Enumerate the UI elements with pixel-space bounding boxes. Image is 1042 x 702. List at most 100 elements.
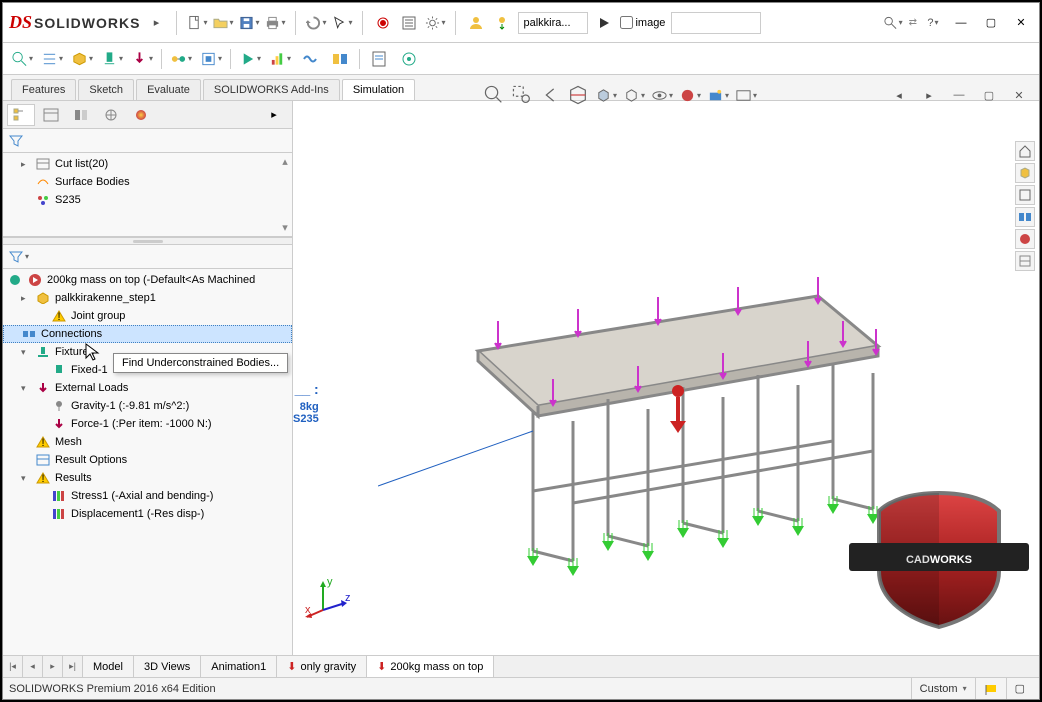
compare-icon[interactable] <box>329 48 351 70</box>
sim-tree-filter[interactable]: ▾ <box>3 245 292 269</box>
download-user-icon[interactable] <box>492 13 512 33</box>
bottom-tab-200kg[interactable]: ⬇200kg mass on top <box>367 656 494 677</box>
material-icon[interactable]: ▾ <box>71 48 93 70</box>
tree-force[interactable]: Force-1 (:Per item: -1000 N:) <box>3 415 292 433</box>
panel-expand-icon[interactable]: ▸ <box>260 104 288 126</box>
apply-scene-icon[interactable]: ▾ <box>707 84 729 106</box>
bottom-tab-3dviews[interactable]: 3D Views <box>134 656 201 677</box>
close-button[interactable]: ✕ <box>1009 13 1033 33</box>
zoom-fit-icon[interactable] <box>483 84 505 106</box>
status-view-mode[interactable]: Custom▾ <box>911 678 975 699</box>
image-checkbox[interactable]: image <box>620 16 665 29</box>
rebuild-icon[interactable] <box>373 13 393 33</box>
tree-connections[interactable]: Connections <box>3 325 292 343</box>
user-dropdown[interactable] <box>518 12 588 34</box>
tree-result-options[interactable]: Result Options <box>3 451 292 469</box>
display-style-icon[interactable]: ▾ <box>623 84 645 106</box>
doc-restore-icon[interactable]: ▢ <box>979 85 999 105</box>
image-input[interactable] <box>671 12 761 34</box>
view-triad[interactable]: y z x <box>303 575 353 625</box>
results-icon[interactable]: ▾ <box>269 48 291 70</box>
run-study-icon[interactable]: ▾ <box>239 48 261 70</box>
deformed-icon[interactable] <box>299 48 321 70</box>
panel-tab-config[interactable] <box>67 104 95 126</box>
taskpane-appearance-icon[interactable] <box>1015 229 1035 249</box>
bottom-tab-animation1[interactable]: Animation1 <box>201 656 277 677</box>
doc-next-icon[interactable]: ▸ <box>919 85 939 105</box>
tab-simulation[interactable]: Simulation <box>342 79 415 100</box>
previous-view-icon[interactable] <box>539 84 561 106</box>
plot-tools-icon[interactable] <box>398 48 420 70</box>
options-list-icon[interactable] <box>399 13 419 33</box>
graphics-viewport[interactable]: __ :8kg S235 <box>293 101 1039 655</box>
taskpane-home-icon[interactable] <box>1015 141 1035 161</box>
tab-nav-prev[interactable]: ◂ <box>23 656 43 677</box>
tree-splitter[interactable] <box>3 237 292 245</box>
tree-joint-group[interactable]: !Joint group <box>3 307 292 325</box>
expand-menu-icon[interactable]: ▸ <box>146 13 166 33</box>
select-cursor-icon[interactable]: ▾ <box>332 13 352 33</box>
panel-tab-property[interactable] <box>37 104 65 126</box>
tree-external-loads[interactable]: ▾External Loads <box>3 379 292 397</box>
view-settings-icon[interactable]: ▾ <box>735 84 757 106</box>
run-icon[interactable] <box>594 13 614 33</box>
tree-part[interactable]: ▸palkkirakenne_step1 <box>3 289 292 307</box>
new-document-icon[interactable]: ▾ <box>187 13 207 33</box>
tab-nav-last[interactable]: ▸| <box>63 656 83 677</box>
tree-cut-list[interactable]: ▸Cut list(20) <box>3 155 292 173</box>
connection-icon[interactable]: ▾ <box>170 48 192 70</box>
panel-tab-appearance[interactable] <box>127 104 155 126</box>
taskpane-explorer-icon[interactable] <box>1015 185 1035 205</box>
status-maximize-icon[interactable]: ▢ <box>1006 678 1033 699</box>
external-load-icon[interactable]: ▾ <box>131 48 153 70</box>
tree-mesh[interactable]: !Mesh <box>3 433 292 451</box>
tree-surface-bodies[interactable]: Surface Bodies <box>3 173 292 191</box>
status-flag-icon[interactable] <box>975 678 1006 699</box>
zoom-study-icon[interactable]: ▾ <box>11 48 33 70</box>
minimize-button[interactable]: — <box>949 13 973 33</box>
zoom-area-icon[interactable] <box>511 84 533 106</box>
taskpane-library-icon[interactable] <box>1015 163 1035 183</box>
tab-sketch[interactable]: Sketch <box>78 79 134 100</box>
tab-nav-first[interactable]: |◂ <box>3 656 23 677</box>
save-icon[interactable]: ▾ <box>239 13 259 33</box>
tree-displacement[interactable]: Displacement1 (-Res disp-) <box>3 505 292 523</box>
taskpane-custom-icon[interactable] <box>1015 251 1035 271</box>
tree-filter-bar[interactable] <box>3 129 292 153</box>
report-icon[interactable] <box>368 48 390 70</box>
study-list-icon[interactable]: ▾ <box>41 48 63 70</box>
maximize-button[interactable]: ▢ <box>979 13 1003 33</box>
search-icon[interactable]: ▾ <box>883 13 903 33</box>
tree-gravity[interactable]: Gravity-1 (:-9.81 m/s^2:) <box>3 397 292 415</box>
tab-addins[interactable]: SOLIDWORKS Add-Ins <box>203 79 340 100</box>
tab-nav-next[interactable]: ▸ <box>43 656 63 677</box>
bottom-tab-only-gravity[interactable]: ⬇only gravity <box>277 656 367 677</box>
undo-icon[interactable]: ▾ <box>306 13 326 33</box>
tab-evaluate[interactable]: Evaluate <box>136 79 201 100</box>
view-orient-icon[interactable]: ▾ <box>595 84 617 106</box>
tree-study-root[interactable]: 200kg mass on top (-Default<As Machined <box>3 271 292 289</box>
tree-material[interactable]: S235 <box>3 191 292 209</box>
tab-features[interactable]: Features <box>11 79 76 100</box>
scrollbar-upper[interactable]: ▴▾ <box>280 155 290 234</box>
fixture-icon[interactable]: ▾ <box>101 48 123 70</box>
help-icon[interactable]: ?▾ <box>923 13 943 33</box>
panel-tab-dimxpert[interactable] <box>97 104 125 126</box>
bottom-tab-model[interactable]: Model <box>83 656 134 677</box>
user-icon[interactable] <box>466 13 486 33</box>
doc-minimize-icon[interactable]: — <box>949 85 969 105</box>
settings-gear-icon[interactable]: ▾ <box>425 13 445 33</box>
print-icon[interactable]: ▾ <box>265 13 285 33</box>
taskpane-view-icon[interactable] <box>1015 207 1035 227</box>
edit-appearance-icon[interactable]: ▾ <box>679 84 701 106</box>
tree-results[interactable]: ▾!Results <box>3 469 292 487</box>
shell-icon[interactable]: ▾ <box>200 48 222 70</box>
hide-show-icon[interactable]: ▾ <box>651 84 673 106</box>
section-view-icon[interactable] <box>567 84 589 106</box>
doc-prev-icon[interactable]: ◂ <box>889 85 909 105</box>
panel-tab-feature-tree[interactable] <box>7 104 35 126</box>
open-document-icon[interactable]: ▾ <box>213 13 233 33</box>
tree-stress[interactable]: Stress1 (-Axial and bending-) <box>3 487 292 505</box>
doc-close-icon[interactable]: ✕ <box>1009 85 1029 105</box>
logo-text: SOLIDWORKS <box>34 15 140 31</box>
